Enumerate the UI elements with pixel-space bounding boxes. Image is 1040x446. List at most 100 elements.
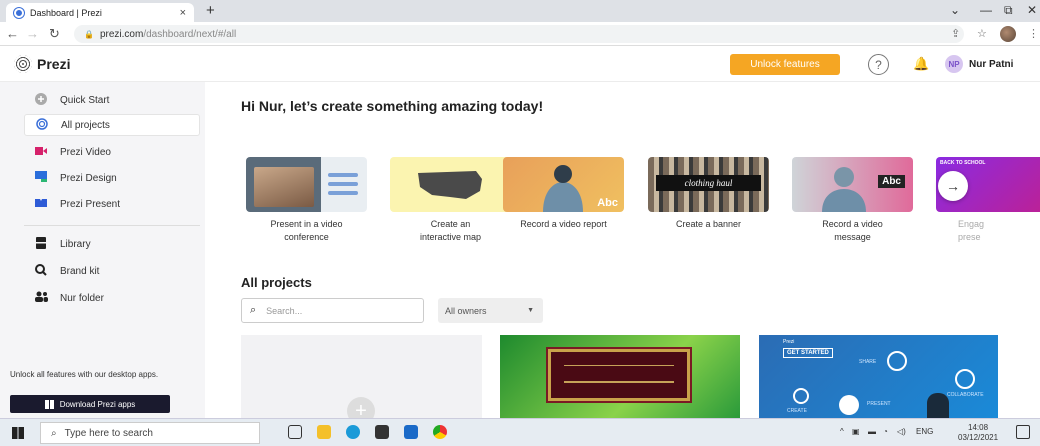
tab-close-icon[interactable]: × (180, 7, 186, 19)
card-thumbnail: Abc (503, 157, 624, 212)
new-project-card[interactable]: + (241, 335, 482, 418)
task-view-icon[interactable] (288, 425, 302, 439)
search-placeholder: Search... (266, 305, 303, 316)
card-label: Record a video message (822, 219, 883, 242)
caret-down-icon: ▼ (527, 307, 534, 314)
prezi-logo[interactable]: Prezi (14, 55, 70, 73)
restore-button[interactable]: ⧉ (1004, 3, 1013, 18)
card-thumbnail: clothing haul (648, 157, 769, 212)
url-path: /dashboard/next/#/all (143, 28, 237, 40)
main-content: Hi Nur, let’s create something amazing t… (205, 82, 1040, 418)
browser-tab[interactable]: Dashboard | Prezi × (6, 3, 194, 22)
desktop-apps-promo-text: Unlock all features with our desktop app… (10, 370, 159, 379)
taskbar-search-placeholder: Type here to search (64, 427, 153, 439)
search-icon: ⌕ (250, 304, 257, 316)
sidebar-divider (24, 225, 200, 226)
reload-icon[interactable]: ↻ (49, 26, 60, 42)
prezi-logo-icon (14, 55, 32, 73)
windows-logo-icon (44, 399, 54, 409)
sidebar-item-prezi-design[interactable]: Prezi Design (24, 167, 194, 189)
prezi-favicon-icon (14, 7, 24, 18)
search-icon: ⌕ (51, 427, 57, 439)
bookmark-star-icon[interactable]: ☆ (977, 27, 987, 40)
sidebar-item-prezi-present[interactable]: Prezi Present (24, 193, 194, 215)
all-projects-heading: All projects (241, 275, 312, 290)
sidebar-item-all-projects[interactable]: All projects (24, 114, 200, 136)
taskbar-search-input[interactable]: ⌕ Type here to search (40, 422, 260, 444)
sidebar: Quick Start All projects Prezi Video Pre… (0, 82, 205, 418)
project-card-get-started[interactable]: Prezi GET STARTED SHARE COLLABORATE CREA… (759, 335, 998, 418)
battery-icon[interactable]: ▬ (868, 427, 876, 436)
users-folder-icon (34, 291, 48, 305)
chrome-icon[interactable] (433, 425, 447, 439)
browser-tab-bar: Dashboard | Prezi × + ⌄ — ⧉ ✕ (0, 0, 1040, 22)
owners-value: All owners (445, 305, 487, 316)
clock-time: 14:08 (968, 423, 989, 432)
notifications-icon[interactable] (1016, 425, 1030, 439)
new-tab-button[interactable]: + (206, 2, 215, 19)
show-hidden-icons-icon[interactable]: ^ (840, 427, 844, 436)
tab-title: Dashboard | Prezi (30, 7, 102, 18)
url-input[interactable]: 🔒 prezi.com/dashboard/next/#/all (74, 25, 964, 43)
logo-text: Prezi (37, 56, 71, 72)
network-icon[interactable]: ▣ (852, 427, 860, 436)
card-label: Create a banner (675, 219, 742, 229)
sidebar-item-brand-kit[interactable]: Brand kit (24, 260, 194, 282)
close-window-button[interactable]: ✕ (1027, 3, 1037, 17)
card-label: Engag prese (958, 219, 985, 242)
windows-start-icon[interactable] (12, 427, 24, 439)
minimize-button[interactable]: — (980, 3, 992, 17)
back-arrow-icon[interactable]: ← (6, 26, 19, 41)
project-search-input[interactable]: ⌕ Search... (241, 298, 424, 323)
clock[interactable]: 14:08 03/12/2021 (958, 423, 998, 443)
edge-icon[interactable] (346, 425, 360, 439)
project-card-calligraphy[interactable] (500, 335, 740, 418)
template-card-interactive-map[interactable]: Create an interactive map (390, 157, 511, 244)
template-card-video-conference[interactable]: Present in a video conference (246, 157, 367, 244)
sidebar-item-label: Brand kit (60, 265, 100, 277)
language-indicator[interactable]: ENG (916, 427, 933, 436)
owners-dropdown[interactable]: All owners ▼ (438, 298, 543, 323)
template-card-banner[interactable]: clothing haul Create a banner (648, 157, 769, 231)
download-prezi-apps-button[interactable]: Download Prezi apps (10, 395, 170, 413)
prezi-swirl-icon (35, 117, 49, 133)
card-label: Present in a video conference (270, 219, 343, 242)
store-icon[interactable] (375, 425, 389, 439)
greeting-title: Hi Nur, let’s create something amazing t… (241, 98, 544, 114)
help-icon[interactable]: ? (868, 54, 889, 75)
mail-icon[interactable] (404, 425, 418, 439)
library-icon (34, 236, 48, 252)
brand-kit-icon (34, 263, 48, 279)
forward-arrow-icon[interactable]: → (26, 26, 39, 41)
sidebar-item-label: Nur folder (60, 292, 104, 304)
download-label: Download Prezi apps (59, 399, 136, 409)
sidebar-item-library[interactable]: Library (24, 233, 194, 255)
card-thumbnail (246, 157, 367, 212)
sidebar-item-label: Library (60, 238, 91, 250)
next-arrow-button[interactable]: → (938, 171, 968, 201)
sidebar-item-nur-folder[interactable]: Nur folder (24, 287, 194, 309)
sidebar-item-quick-start[interactable]: Quick Start (24, 89, 194, 111)
sidebar-item-prezi-video[interactable]: Prezi Video (24, 141, 194, 163)
file-explorer-icon[interactable] (317, 425, 331, 439)
bell-icon[interactable]: 🔔 (913, 56, 929, 72)
template-card-video-report[interactable]: Abc Record a video report (503, 157, 624, 231)
template-card-video-message[interactable]: Abc Record a video message (792, 157, 913, 244)
tab-search-chevron-icon[interactable]: ⌄ (950, 3, 960, 17)
unlock-features-button[interactable]: Unlock features (730, 54, 840, 75)
share-icon[interactable]: ⇪ (951, 27, 960, 40)
card-label: Record a video report (520, 219, 607, 229)
user-avatar: NP (945, 55, 963, 73)
windows-taskbar: ⌕ Type here to search ^ ▣ ▬ ◔ ◁) ENG 14:… (0, 418, 1040, 446)
card-label: Create an interactive map (419, 219, 482, 242)
volume-icon[interactable]: ◁) (897, 427, 906, 436)
card-thumbnail: Abc (792, 157, 913, 212)
wifi-icon[interactable]: ◔ (883, 427, 888, 436)
sidebar-item-label: Prezi Video (60, 146, 111, 158)
address-bar-row: ← → ↻ 🔒 prezi.com/dashboard/next/#/all ⇪… (0, 22, 1040, 46)
profile-avatar-icon[interactable] (1000, 26, 1016, 42)
user-menu[interactable]: NP Nur Patni (945, 55, 1013, 73)
user-name: Nur Patni (969, 58, 1014, 70)
browser-menu-icon[interactable]: ⋮ (1028, 27, 1039, 40)
design-icon (34, 171, 48, 185)
